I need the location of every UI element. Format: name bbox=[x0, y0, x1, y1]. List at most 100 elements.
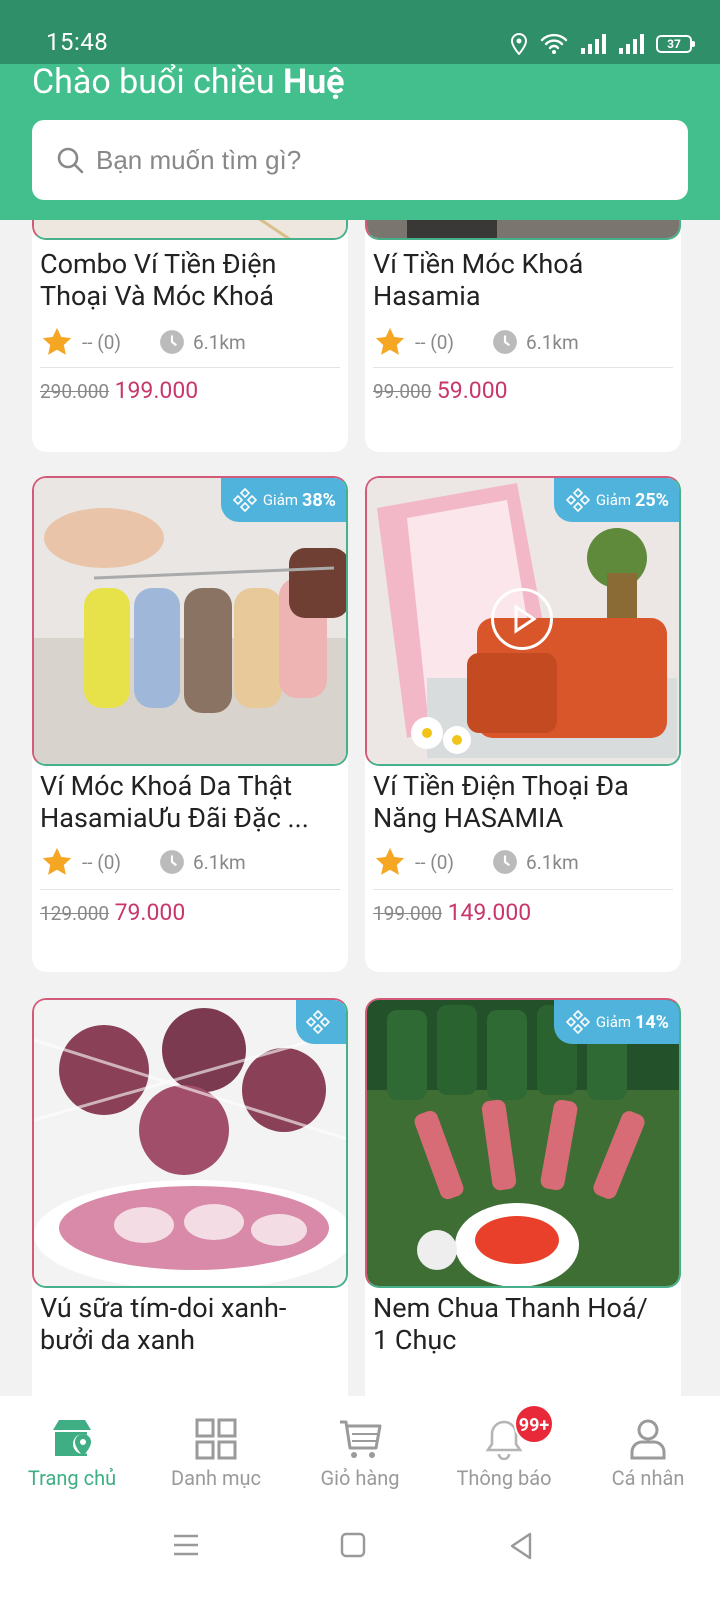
play-video-button[interactable] bbox=[491, 588, 553, 650]
product-title[interactable]: Ví Tiền Điện Thoại Đa Năng HASAMIA bbox=[373, 770, 669, 834]
product-card[interactable]: Giảm 14% Nem Chua Thanh Hoá/ 1 Chục bbox=[365, 998, 681, 1396]
location-icon bbox=[510, 33, 528, 55]
search-icon bbox=[57, 147, 84, 174]
status-bar: 15:48 37 bbox=[0, 0, 720, 64]
wifi-icon bbox=[540, 33, 568, 54]
cart-icon bbox=[340, 1420, 382, 1458]
product-card[interactable]: Giảm 38% Ví Móc Khoá Da Thật HasamiaƯu Đ… bbox=[32, 476, 348, 972]
brand-icon bbox=[232, 488, 257, 512]
discount-badge: Giảm 38% bbox=[220, 478, 346, 522]
clock-icon bbox=[160, 330, 184, 354]
clock-icon bbox=[493, 850, 517, 874]
product-distance: 6.1km bbox=[526, 850, 579, 874]
bottom-navigation: Trang chủ Danh mục Giỏ hàng 99+ Thông bá… bbox=[0, 1396, 720, 1502]
old-price: 99.000 bbox=[373, 380, 432, 403]
new-price: 79.000 bbox=[114, 899, 186, 926]
product-image[interactable]: Giảm 25% bbox=[365, 476, 681, 766]
new-price: 149.000 bbox=[447, 899, 532, 926]
home-button-icon[interactable] bbox=[340, 1532, 366, 1558]
greeting: Chào buổi chiều Huệ bbox=[32, 62, 345, 102]
nav-categories[interactable]: Danh mục bbox=[144, 1396, 288, 1502]
discount-label: Giảm bbox=[595, 491, 632, 509]
discount-badge: Giảm 14% bbox=[553, 1000, 679, 1044]
nav-label: Giỏ hàng bbox=[320, 1466, 400, 1490]
product-rating: -- (0) bbox=[415, 850, 455, 874]
nav-home[interactable]: Trang chủ bbox=[0, 1396, 144, 1502]
home-store-icon bbox=[53, 1420, 93, 1456]
product-price: 129.000 79.000 bbox=[40, 899, 185, 926]
back-icon[interactable] bbox=[508, 1532, 534, 1560]
discount-value: 38% bbox=[302, 489, 336, 511]
product-card[interactable]: Giảm 25% Ví Tiền Điện Thoại Đa Năng HASA… bbox=[365, 476, 681, 972]
product-distance: 6.1km bbox=[526, 330, 579, 354]
product-title[interactable]: Ví Tiền Móc Khoá Hasamia bbox=[373, 248, 669, 312]
product-title[interactable]: Ví Móc Khoá Da Thật HasamiaƯu Đãi Đặc ..… bbox=[40, 770, 336, 834]
notification-count-badge: 99+ bbox=[514, 1404, 554, 1444]
product-rating: -- (0) bbox=[415, 330, 455, 354]
product-distance: 6.1km bbox=[193, 850, 246, 874]
brand-icon bbox=[565, 1010, 590, 1034]
divider bbox=[40, 367, 340, 368]
product-meta: -- (0) 6.1km bbox=[373, 322, 669, 362]
app-screen: Combo Ví Tiền Điện Thoại Và Móc Khoá -- … bbox=[0, 0, 720, 1600]
brand-icon bbox=[565, 488, 590, 512]
product-card[interactable]: Vú sữa tím-doi xanh-bưởi da xanh bbox=[32, 998, 348, 1396]
nav-label: Danh mục bbox=[170, 1466, 262, 1490]
person-icon bbox=[630, 1419, 666, 1460]
product-image[interactable]: Giảm 38% bbox=[32, 476, 348, 766]
nav-label: Trang chủ bbox=[27, 1466, 117, 1490]
divider bbox=[373, 889, 673, 890]
nav-notifications[interactable]: 99+ Thông báo bbox=[432, 1396, 576, 1502]
product-title[interactable]: Combo Ví Tiền Điện Thoại Và Móc Khoá bbox=[40, 248, 336, 312]
discount-value: 25% bbox=[635, 489, 669, 511]
product-meta: -- (0) 6.1km bbox=[40, 842, 336, 882]
play-icon bbox=[514, 604, 537, 634]
product-meta: -- (0) 6.1km bbox=[373, 842, 669, 882]
star-icon bbox=[42, 847, 72, 875]
nav-label: Cá nhân bbox=[611, 1466, 685, 1490]
app-header: 15:48 37 Chào buổi chiều Huệ bbox=[0, 0, 720, 220]
product-rating: -- (0) bbox=[82, 330, 122, 354]
old-price: 129.000 bbox=[40, 902, 110, 925]
brand-badge bbox=[296, 1000, 346, 1044]
product-title[interactable]: Nem Chua Thanh Hoá/ 1 Chục bbox=[373, 1292, 669, 1356]
product-title[interactable]: Vú sữa tím-doi xanh-bưởi da xanh bbox=[40, 1292, 336, 1356]
search-bar[interactable] bbox=[32, 120, 688, 200]
new-price: 59.000 bbox=[436, 377, 508, 404]
status-time: 15:48 bbox=[46, 28, 109, 56]
old-price: 290.000 bbox=[40, 380, 110, 403]
star-icon bbox=[375, 847, 405, 875]
nav-cart[interactable]: Giỏ hàng bbox=[288, 1396, 432, 1502]
discount-label: Giảm bbox=[262, 491, 299, 509]
discount-label: Giảm bbox=[595, 1013, 632, 1031]
new-price: 199.000 bbox=[114, 377, 199, 404]
divider bbox=[373, 367, 673, 368]
product-price: 290.000 199.000 bbox=[40, 377, 198, 404]
star-icon bbox=[42, 327, 72, 355]
brand-icon bbox=[306, 1010, 330, 1034]
old-price: 199.000 bbox=[373, 902, 443, 925]
product-meta: -- (0) 6.1km bbox=[40, 322, 336, 362]
battery-icon: 37 bbox=[656, 35, 695, 53]
system-navigation-bar bbox=[0, 1502, 720, 1600]
nav-profile[interactable]: Cá nhân bbox=[576, 1396, 720, 1502]
grid-icon bbox=[195, 1418, 237, 1460]
product-price: 99.000 59.000 bbox=[373, 377, 508, 404]
product-price: 199.000 149.000 bbox=[373, 899, 531, 926]
menu-icon[interactable] bbox=[172, 1532, 200, 1558]
user-name: Huệ bbox=[283, 62, 345, 102]
nav-label: Thông báo bbox=[456, 1466, 552, 1490]
discount-value: 14% bbox=[635, 1011, 669, 1033]
status-icons: 37 bbox=[510, 30, 695, 58]
signal-icon bbox=[619, 34, 644, 54]
star-icon bbox=[375, 327, 405, 355]
divider bbox=[40, 889, 340, 890]
clock-icon bbox=[493, 330, 517, 354]
product-distance: 6.1km bbox=[193, 330, 246, 354]
product-image[interactable] bbox=[32, 998, 348, 1288]
signal-icon bbox=[581, 34, 606, 54]
search-input[interactable] bbox=[96, 144, 656, 176]
discount-badge: Giảm 25% bbox=[553, 478, 679, 522]
product-rating: -- (0) bbox=[82, 850, 122, 874]
product-image[interactable]: Giảm 14% bbox=[365, 998, 681, 1288]
